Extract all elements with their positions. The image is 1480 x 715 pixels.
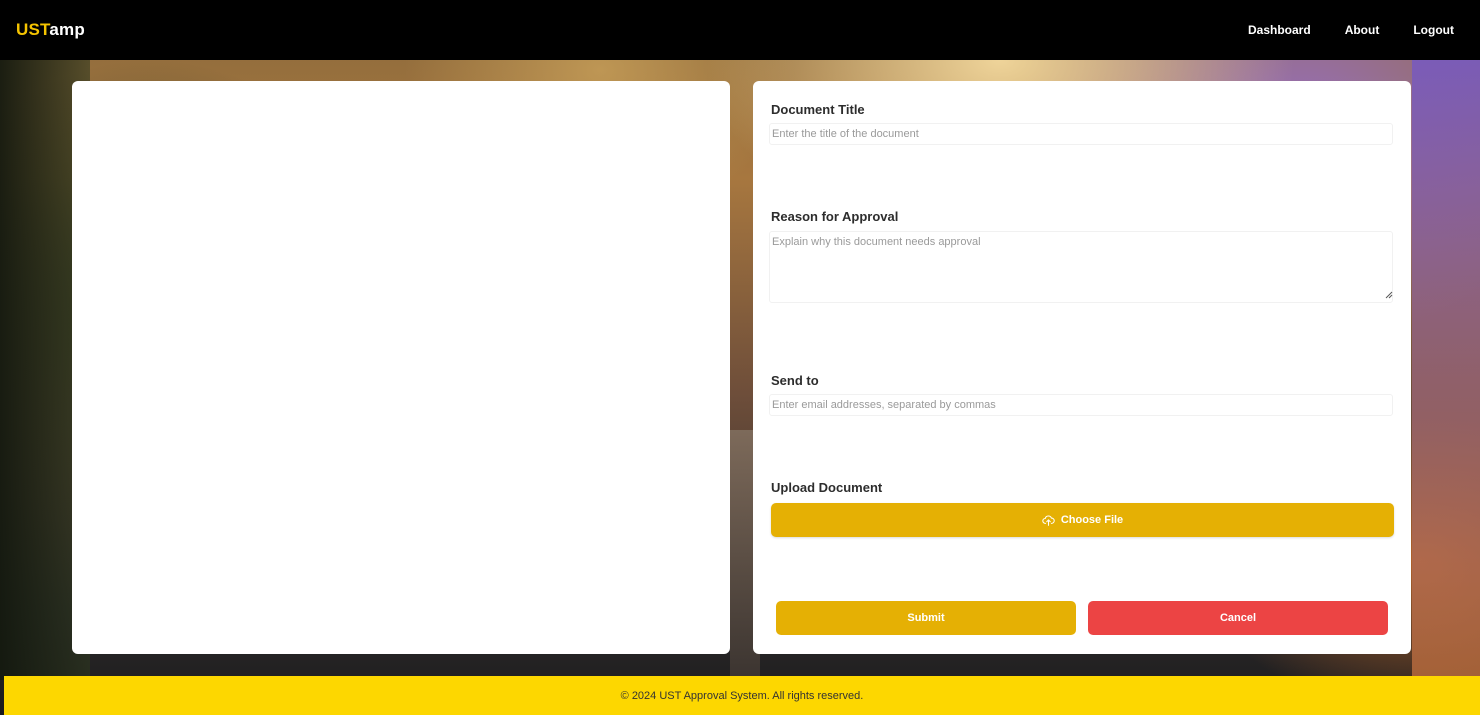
reason-textarea[interactable] bbox=[769, 231, 1393, 303]
nav-links: Dashboard About Logout bbox=[1248, 23, 1454, 37]
cancel-button[interactable]: Cancel bbox=[1088, 601, 1388, 635]
send-to-label: Send to bbox=[771, 373, 819, 388]
footer-copyright: © 2024 UST Approval System. All rights r… bbox=[620, 689, 864, 702]
submit-button[interactable]: Submit bbox=[776, 601, 1076, 635]
background-sky bbox=[1412, 60, 1480, 680]
nav-logout[interactable]: Logout bbox=[1413, 23, 1454, 37]
cloud-upload-icon bbox=[1042, 514, 1055, 526]
document-title-label: Document Title bbox=[771, 102, 865, 117]
footer: © 2024 UST Approval System. All rights r… bbox=[4, 676, 1480, 715]
nav-about[interactable]: About bbox=[1345, 23, 1380, 37]
reason-label: Reason for Approval bbox=[771, 209, 899, 224]
brand-accent: UST bbox=[16, 20, 50, 39]
navbar: USTamp Dashboard About Logout bbox=[0, 0, 1480, 60]
approval-form: Document Title Reason for Approval Send … bbox=[753, 81, 1411, 654]
choose-file-label: Choose File bbox=[1060, 514, 1124, 526]
brand-logo[interactable]: USTamp bbox=[16, 20, 85, 40]
document-title-input[interactable] bbox=[769, 123, 1393, 145]
upload-document-label: Upload Document bbox=[771, 480, 883, 495]
send-to-input[interactable] bbox=[769, 394, 1393, 416]
resize-grip-icon[interactable] bbox=[1385, 291, 1393, 299]
nav-dashboard[interactable]: Dashboard bbox=[1248, 23, 1311, 37]
choose-file-button[interactable]: Choose File bbox=[771, 503, 1394, 537]
brand-rest: amp bbox=[49, 20, 85, 39]
document-preview-panel bbox=[72, 81, 730, 654]
